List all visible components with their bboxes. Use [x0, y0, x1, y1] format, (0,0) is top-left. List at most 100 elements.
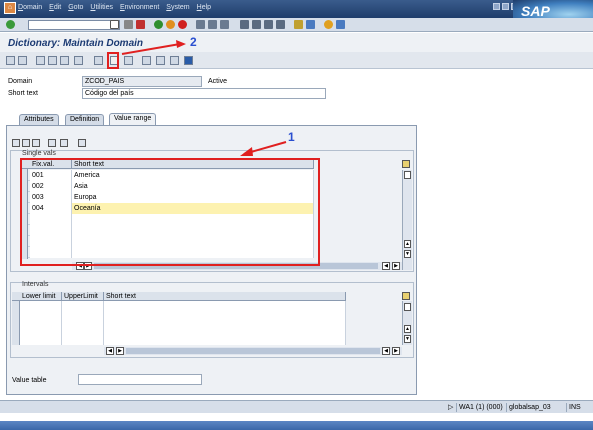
delete-row-icon[interactable]: [60, 139, 68, 147]
scroll-left-end-icon[interactable]: ◀: [382, 347, 390, 355]
col-short-header[interactable]: Short text: [104, 292, 346, 301]
menu-environment[interactable]: Environment: [120, 4, 159, 11]
interval-row[interactable]: [20, 334, 346, 345]
upper-cell[interactable]: [62, 312, 104, 323]
where-used-icon[interactable]: [94, 56, 103, 65]
scroll-left-end-icon[interactable]: ◀: [382, 262, 390, 270]
command-dropdown-icon[interactable]: [110, 20, 119, 29]
interval-row-selector[interactable]: [12, 301, 20, 345]
scroll-down-icon[interactable]: ▼: [404, 335, 411, 343]
scroll-right-end-icon[interactable]: ▶: [392, 347, 400, 355]
shortcut-icon[interactable]: [306, 20, 315, 29]
application-toolbar: [0, 52, 593, 69]
title-bar: Dictionary: Maintain Domain: [0, 33, 593, 52]
activate-icon[interactable]: [74, 56, 83, 65]
object-list-icon[interactable]: [124, 56, 133, 65]
hscroll-track[interactable]: [126, 348, 380, 354]
find-icon[interactable]: [208, 20, 217, 29]
col-upper-header[interactable]: UpperLimit: [62, 292, 104, 301]
status-system: WA1 (1) (000): [456, 403, 505, 412]
check-icon[interactable]: [60, 56, 69, 65]
scroll-thumb[interactable]: [404, 303, 411, 311]
short-text-field[interactable]: Código del país: [82, 88, 326, 99]
documentation-icon[interactable]: [170, 56, 179, 65]
filter-icon[interactable]: [78, 139, 86, 147]
sap-gui-icon[interactable]: ⌂: [4, 2, 16, 14]
intervals-hscrollbar[interactable]: ◀ ▶ ◀ ▶: [104, 347, 402, 355]
interval-row[interactable]: [20, 301, 346, 312]
status-mode: INS: [566, 403, 583, 412]
back-arrow-icon[interactable]: [6, 56, 15, 65]
display-object-list-icon[interactable]: [142, 56, 151, 65]
interval-short-cell[interactable]: [104, 334, 346, 345]
maximize-icon[interactable]: [502, 3, 509, 10]
taskbar: [0, 421, 593, 430]
cancel-icon[interactable]: [178, 20, 187, 29]
back-nav-icon[interactable]: [124, 20, 133, 29]
scroll-up-icon[interactable]: ▲: [404, 325, 411, 333]
interval-row[interactable]: [20, 323, 346, 334]
info-icon[interactable]: [184, 56, 193, 65]
tab-definition[interactable]: Definition: [65, 114, 105, 125]
command-field[interactable]: [28, 20, 120, 30]
scroll-up-icon[interactable]: ▲: [404, 240, 411, 248]
sap-logo-text: SAP: [521, 3, 550, 19]
value-table-field[interactable]: [78, 374, 202, 385]
menu-domain[interactable]: Domain: [18, 4, 42, 11]
col-lower-header[interactable]: Lower limit: [20, 292, 62, 301]
lower-cell[interactable]: [20, 334, 62, 345]
lower-cell[interactable]: [20, 312, 62, 323]
column-config-icon[interactable]: [402, 160, 410, 168]
interval-short-cell[interactable]: [104, 323, 346, 334]
upper-cell[interactable]: [62, 334, 104, 345]
layout-menu-icon[interactable]: [336, 20, 345, 29]
cut-icon[interactable]: [12, 139, 20, 147]
menu-system[interactable]: System: [166, 4, 189, 11]
lower-cell[interactable]: [20, 323, 62, 334]
help-icon[interactable]: [324, 20, 333, 29]
next-page-icon[interactable]: [264, 20, 273, 29]
scroll-right-icon[interactable]: ▶: [116, 347, 124, 355]
tab-attributes[interactable]: Attributes: [19, 114, 59, 125]
find-next-icon[interactable]: [220, 20, 229, 29]
menu-help[interactable]: Help: [197, 4, 211, 11]
scroll-thumb[interactable]: [404, 171, 411, 179]
upper-cell[interactable]: [62, 301, 104, 312]
menu-goto[interactable]: Goto: [68, 4, 83, 11]
status-play-icon[interactable]: ▷: [446, 403, 455, 412]
enter-icon[interactable]: [6, 20, 15, 29]
intervals-vscrollbar[interactable]: ▲ ▼: [402, 301, 412, 345]
upper-cell[interactable]: [62, 323, 104, 334]
interval-short-cell[interactable]: [104, 312, 346, 323]
save-icon[interactable]: [136, 20, 145, 29]
last-page-icon[interactable]: [276, 20, 285, 29]
menu-utilities[interactable]: Utilities: [90, 4, 113, 11]
minimize-icon[interactable]: [493, 3, 500, 10]
lower-cell[interactable]: [20, 301, 62, 312]
new-session-icon[interactable]: [294, 20, 303, 29]
insert-row-icon[interactable]: [48, 139, 56, 147]
interval-column-config-icon[interactable]: [402, 292, 410, 300]
display-change-icon[interactable]: [36, 56, 45, 65]
intervals-header: Lower limit UpperLimit Short text: [12, 292, 346, 301]
back-icon[interactable]: [154, 20, 163, 29]
interval-row[interactable]: [20, 312, 346, 323]
domain-field[interactable]: ZCOD_PAIS: [82, 76, 202, 87]
single-vals-vscrollbar[interactable]: ▲ ▼: [402, 170, 412, 270]
first-page-icon[interactable]: [240, 20, 249, 29]
menu-edit[interactable]: Edit: [49, 4, 61, 11]
interval-short-cell[interactable]: [104, 301, 346, 312]
exit-icon[interactable]: [166, 20, 175, 29]
navigation-window-icon[interactable]: [156, 56, 165, 65]
previous-page-icon[interactable]: [252, 20, 261, 29]
paste-icon[interactable]: [32, 139, 40, 147]
domain-label: Domain: [8, 78, 33, 85]
copy-icon[interactable]: [22, 139, 30, 147]
menu-items: Domain Edit Goto Utilities Environment S…: [18, 4, 211, 11]
forward-arrow-icon[interactable]: [18, 56, 27, 65]
other-object-icon[interactable]: [48, 56, 57, 65]
scroll-down-icon[interactable]: ▼: [404, 250, 411, 258]
print-icon[interactable]: [196, 20, 205, 29]
scroll-left-icon[interactable]: ◀: [106, 347, 114, 355]
scroll-right-end-icon[interactable]: ▶: [392, 262, 400, 270]
